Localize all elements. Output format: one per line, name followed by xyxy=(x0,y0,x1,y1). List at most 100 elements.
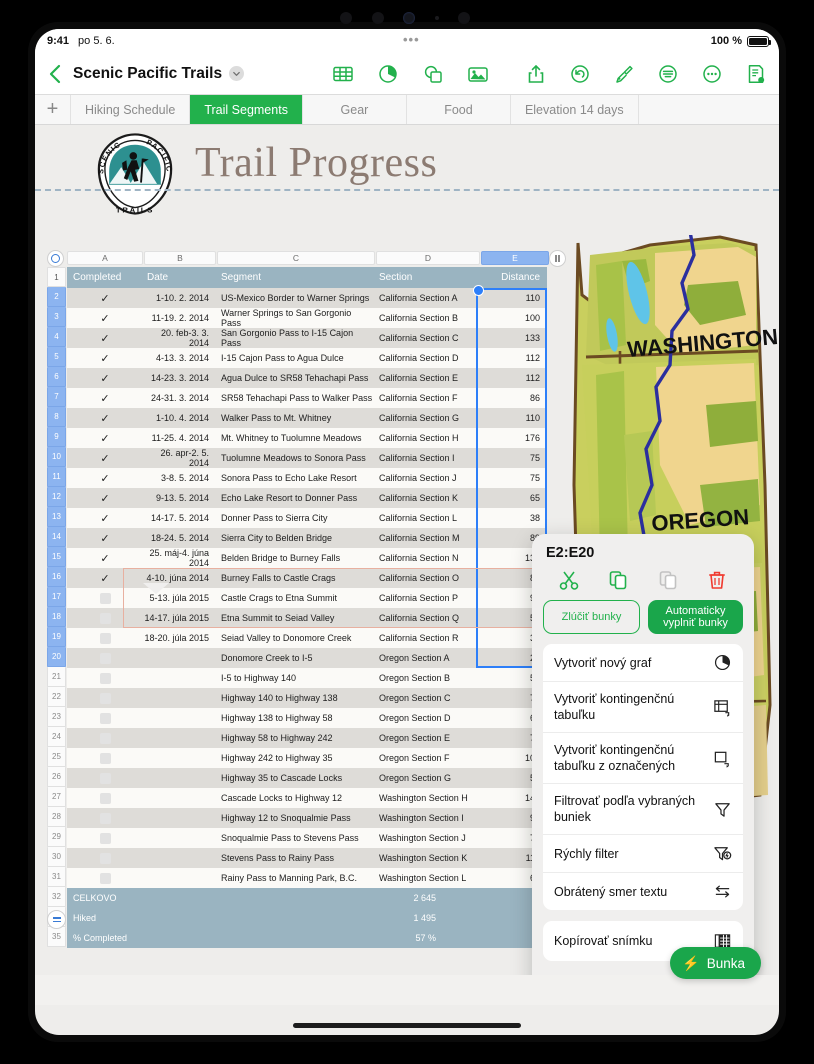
cell-date[interactable]: 4-10. júna 2014 xyxy=(143,573,215,583)
cell-segment[interactable]: San Gorgonio Pass to I-15 Cajon Pass xyxy=(215,328,373,348)
cell-completed[interactable]: ✓ xyxy=(67,572,143,585)
cell-completed[interactable]: ✓ xyxy=(67,292,143,305)
cell-date[interactable]: 25. máj-4. júna 2014 xyxy=(143,548,215,568)
cell-section[interactable]: California Section H xyxy=(373,433,477,443)
row-header[interactable]: 32 xyxy=(47,887,66,907)
cell-completed[interactable] xyxy=(67,632,143,644)
cell-section[interactable]: California Section C xyxy=(373,333,477,343)
cell-completed[interactable]: ✓ xyxy=(67,492,143,505)
table-select-handle[interactable] xyxy=(47,250,64,267)
delete-icon[interactable] xyxy=(706,569,728,591)
table-row[interactable]: Rainy Pass to Manning Park, B.C. Washingt… xyxy=(67,868,547,888)
row-header[interactable]: 28 xyxy=(47,807,66,827)
table-row[interactable]: ✓ 4-10. júna 2014 Burney Falls to Castle C… xyxy=(67,568,547,588)
table-row[interactable]: Stevens Pass to Rainy Pass Washington Sec… xyxy=(67,848,547,868)
row-header[interactable]: 31 xyxy=(47,867,66,887)
cell-segment[interactable]: Sonora Pass to Echo Lake Resort xyxy=(215,473,373,483)
home-indicator[interactable] xyxy=(293,1023,521,1028)
table-row[interactable]: Highway 140 to Highway 138 Oregon Section… xyxy=(67,688,547,708)
cell-date[interactable]: 9-13. 5. 2014 xyxy=(143,493,215,503)
row-header[interactable]: 22 xyxy=(47,687,66,707)
add-rows-handle[interactable] xyxy=(47,910,66,929)
cell-section[interactable]: California Section N xyxy=(373,553,477,563)
cell-segment[interactable]: Highway 242 to Highway 35 xyxy=(215,753,373,763)
cell-segment[interactable]: Highway 138 to Highway 58 xyxy=(215,713,373,723)
cell-date[interactable]: 26. apr-2. 5. 2014 xyxy=(143,448,215,468)
table-row[interactable]: ✓ 9-13. 5. 2014 Echo Lake Resort to Donner… xyxy=(67,488,547,508)
shape-icon[interactable] xyxy=(422,63,444,85)
column-header-c[interactable]: C xyxy=(217,251,375,265)
row-header[interactable]: 13 xyxy=(47,507,66,527)
row-header[interactable]: 35 xyxy=(47,927,66,947)
cell-completed[interactable]: ✓ xyxy=(67,332,143,345)
cell-segment[interactable]: US-Mexico Border to Warner Springs xyxy=(215,293,373,303)
cell-completed[interactable] xyxy=(67,792,143,804)
document-title[interactable]: Scenic Pacific Trails xyxy=(73,65,222,83)
cell-segment[interactable]: Seiad Valley to Donomore Creek xyxy=(215,633,373,643)
tab-elevation[interactable]: Elevation 14 days xyxy=(511,95,639,124)
cell-completed[interactable] xyxy=(67,752,143,764)
row-header[interactable]: 3 xyxy=(47,307,66,327)
cell-section[interactable]: California Section B xyxy=(373,313,477,323)
cell-section[interactable]: Oregon Section C xyxy=(373,693,477,703)
cell-distance[interactable]: 112 xyxy=(477,373,547,383)
cell-section[interactable]: California Section J xyxy=(373,473,477,483)
cell-completed[interactable]: ✓ xyxy=(67,392,143,405)
table-row[interactable]: 14-17. júla 2015 Etna Summit to Seiad Val… xyxy=(67,608,547,628)
row-header[interactable]: 18 xyxy=(47,607,66,627)
cell-segment[interactable]: Highway 12 to Snoqualmie Pass xyxy=(215,813,373,823)
cell-section[interactable]: Oregon Section E xyxy=(373,733,477,743)
cell-segment[interactable]: Highway 35 to Cascade Locks xyxy=(215,773,373,783)
table-resize-handle[interactable] xyxy=(549,250,566,267)
cell-section[interactable]: Oregon Section D xyxy=(373,713,477,723)
cell-completed[interactable] xyxy=(67,852,143,864)
cell-date[interactable]: 18-24. 5. 2014 xyxy=(143,533,215,543)
row-header[interactable]: 10 xyxy=(47,447,66,467)
cell-segment[interactable]: Etna Summit to Seiad Valley xyxy=(215,613,373,623)
cell-section[interactable]: California Section M xyxy=(373,533,477,543)
copy-icon[interactable] xyxy=(607,569,629,591)
tab-trail-segments[interactable]: Trail Segments xyxy=(190,95,303,124)
cell-date[interactable]: 14-17. júla 2015 xyxy=(143,613,215,623)
merge-cells-button[interactable]: Zlúčiť bunky xyxy=(543,600,640,634)
cell-completed[interactable] xyxy=(67,612,143,624)
table-row[interactable]: ✓ 1-10. 4. 2014 Walker Pass to Mt. Whitney… xyxy=(67,408,547,428)
cell-segment[interactable]: SR58 Tehachapi Pass to Walker Pass xyxy=(215,393,373,403)
table-row[interactable]: Cascade Locks to Highway 12 Washington Se… xyxy=(67,788,547,808)
cut-icon[interactable] xyxy=(558,569,580,591)
cell-completed[interactable]: ✓ xyxy=(67,472,143,485)
cell-section[interactable]: Washington Section I xyxy=(373,813,477,823)
row-header[interactable]: 19 xyxy=(47,627,66,647)
cell-completed[interactable] xyxy=(67,732,143,744)
table-row[interactable]: ✓ 14-23. 3. 2014 Agua Dulce to SR58 Tehach… xyxy=(67,368,547,388)
cell-section[interactable]: California Section L xyxy=(373,513,477,523)
table-row[interactable]: 5-13. júla 2015 Castle Crags to Etna Summ… xyxy=(67,588,547,608)
table-icon[interactable] xyxy=(332,63,354,85)
media-icon[interactable] xyxy=(467,63,489,85)
row-header[interactable]: 26 xyxy=(47,767,66,787)
cell-completed[interactable] xyxy=(67,592,143,604)
cell-segment[interactable]: I-5 to Highway 140 xyxy=(215,673,373,683)
row-header[interactable]: 30 xyxy=(47,847,66,867)
cell-segment[interactable]: Donomore Creek to I-5 xyxy=(215,653,373,663)
table-row[interactable]: Highway 242 to Highway 35 Oregon Section … xyxy=(67,748,547,768)
cell-date[interactable]: 20. feb-3. 3. 2014 xyxy=(143,328,215,348)
cell-segment[interactable]: Highway 140 to Highway 138 xyxy=(215,693,373,703)
cell-completed[interactable] xyxy=(67,692,143,704)
row-header[interactable]: 2 xyxy=(47,287,66,307)
column-header-e[interactable]: E xyxy=(481,251,549,265)
cell-fab-button[interactable]: ⚡ Bunka xyxy=(670,947,761,979)
column-header-d[interactable]: D xyxy=(376,251,480,265)
row-header[interactable]: 16 xyxy=(47,567,66,587)
row-header[interactable]: 9 xyxy=(47,427,66,447)
cell-section[interactable]: Oregon Section F xyxy=(373,753,477,763)
table-row[interactable]: ✓ 24-31. 3. 2014 SR58 Tehachapi Pass to Wa… xyxy=(67,388,547,408)
cell-segment[interactable]: Stevens Pass to Rainy Pass xyxy=(215,853,373,863)
share-icon[interactable] xyxy=(525,63,547,85)
undo-icon[interactable] xyxy=(569,63,591,85)
cell-segment[interactable]: Mt. Whitney to Tuolumne Meadows xyxy=(215,433,373,443)
cell-distance[interactable]: 75 xyxy=(477,453,547,463)
cell-segment[interactable]: Rainy Pass to Manning Park, B.C. xyxy=(215,873,373,883)
cell-segment[interactable]: Burney Falls to Castle Crags xyxy=(215,573,373,583)
text-format-icon[interactable] xyxy=(657,63,679,85)
